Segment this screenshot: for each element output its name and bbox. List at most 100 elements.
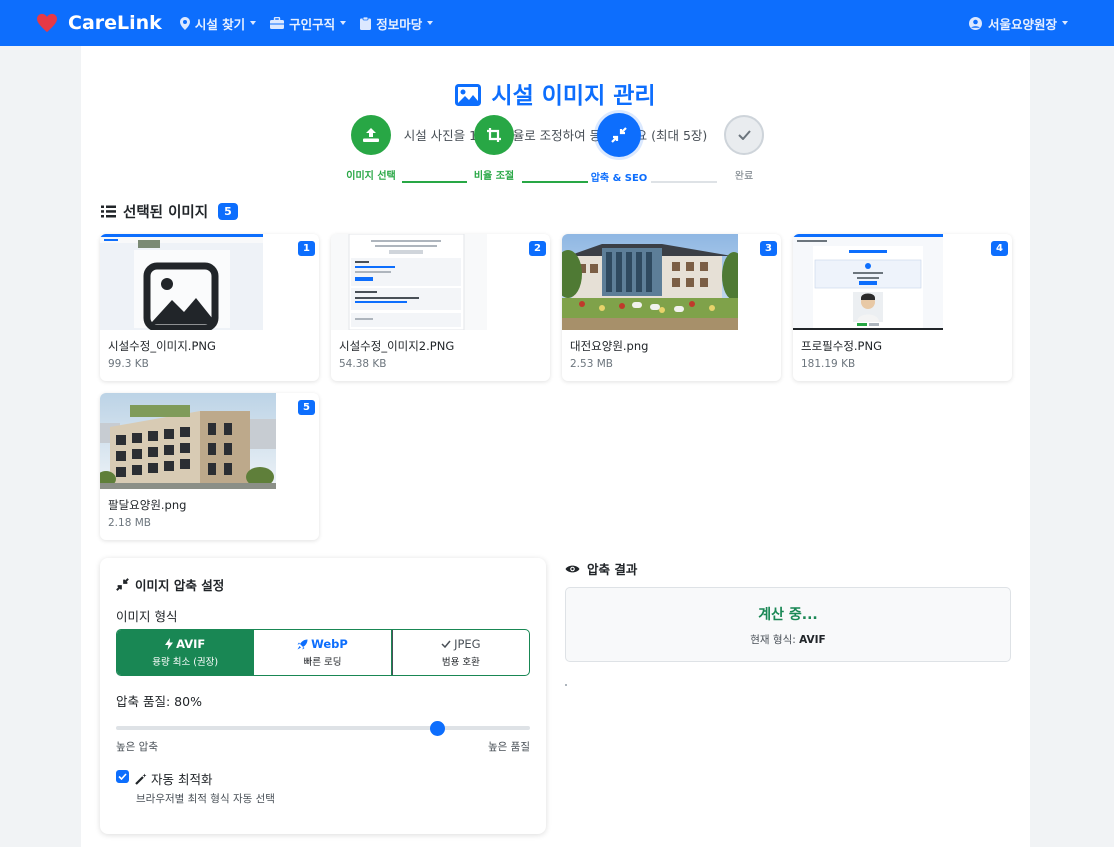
step-circle: [597, 113, 641, 157]
format-name: WebP: [311, 637, 348, 651]
step-label: 압축 & SEO: [590, 173, 648, 184]
image-thumbnail: [100, 393, 276, 489]
image-number-badge: 3: [760, 241, 777, 256]
image-card[interactable]: 4 프로필수정.PNG 181.19 KB: [793, 234, 1012, 381]
caret-down-icon: [427, 21, 434, 25]
quality-label: 압축 품질: 80%: [116, 694, 202, 709]
image-card[interactable]: 5 팔달요양원.png 2.18 MB: [100, 393, 319, 540]
current-format-value: AVIF: [799, 634, 826, 646]
page-subtitle: 시설 사진을 16:9 비율로 조정하여 등록하세요 (최대 5장): [403, 128, 708, 143]
heart-icon: [37, 13, 57, 33]
image-number-badge: 5: [298, 400, 315, 415]
format-jpeg-button[interactable]: JPEG 범용 호환: [391, 630, 529, 675]
result-heading: 압축 결과: [565, 559, 637, 578]
caret-down-icon: [250, 21, 257, 25]
user-menu[interactable]: 서울요양원장: [968, 14, 1068, 33]
format-toggle-group: AVIF 용량 최소 (권장) WebP 빠른 로딩 JPEG 범용 호환: [116, 629, 530, 676]
image-thumbnail: [562, 234, 738, 330]
divider-dot: [565, 684, 567, 686]
compress-icon: [116, 578, 129, 591]
file-name: 시설수정_이미지2.PNG: [339, 339, 455, 353]
list-icon: [101, 205, 116, 218]
file-size: 2.53 MB: [570, 358, 613, 370]
auto-optimize-desc: 브라우저별 최적 형식 자동 선택: [136, 793, 275, 805]
selected-images-heading: 선택된 이미지 5: [101, 201, 238, 222]
brand-logo[interactable]: CareLink: [36, 12, 162, 34]
image-number-badge: 2: [529, 241, 546, 256]
settings-title: 이미지 압축 설정: [116, 575, 224, 594]
auto-optimize-label[interactable]: 자동 최적화: [135, 769, 212, 788]
image-number-badge: 1: [298, 241, 315, 256]
format-desc: 범용 호환: [441, 657, 480, 668]
quality-slider-track[interactable]: [116, 726, 530, 730]
image-thumbnail: [331, 234, 487, 330]
check-icon: [441, 640, 451, 648]
result-status: 계산 중...: [758, 607, 818, 623]
image-card[interactable]: 2 시설수정_이미지2.PNG 54.38 KB: [331, 234, 550, 381]
step-crop: 비율 조절: [434, 115, 554, 182]
navbar: CareLink 시설 찾기 구인구직 정보마당 서울요양원장: [0, 0, 1114, 46]
building-photo-2: [100, 393, 276, 489]
caret-down-icon: [1062, 21, 1068, 25]
file-name: 프로필수정.PNG: [801, 339, 883, 353]
nav-item-info[interactable]: 정보마당: [360, 14, 434, 33]
form-screenshot: [348, 234, 465, 330]
user-name: 서울요양원장: [987, 16, 1057, 32]
step-circle: [351, 115, 391, 155]
step-circle: [724, 115, 764, 155]
image-thumbnail: [100, 234, 263, 330]
eye-icon: [565, 565, 580, 572]
image-thumbnail: [793, 234, 943, 330]
compress-icon: [611, 127, 627, 143]
nav-item-label: 시설 찾기: [194, 16, 246, 32]
auto-optimize-checkbox[interactable]: [116, 770, 129, 783]
step-select-image: 이미지 선택: [311, 115, 431, 182]
user-circle-icon: [968, 16, 982, 30]
upload-icon: [363, 128, 379, 142]
clipboard-icon: [360, 16, 372, 30]
image-icon: [455, 84, 482, 106]
format-avif-button[interactable]: AVIF 용량 최소 (권장): [117, 630, 255, 675]
profile-screenshot: [793, 234, 943, 330]
slider-max-label: 높은 품질: [488, 741, 530, 753]
step-circle: [474, 115, 514, 155]
step-label: 비율 조절: [473, 171, 515, 182]
nav-item-jobs[interactable]: 구인구직: [270, 14, 347, 33]
building-photo: [562, 234, 738, 330]
main-card: 시설 이미지 관리 시설 사진을 16:9 비율로 조정하여 등록하세요 (최대…: [81, 46, 1030, 847]
check-icon: [118, 773, 127, 780]
step-label: 완료: [734, 171, 754, 182]
check-icon: [737, 130, 751, 140]
format-name: JPEG: [454, 637, 481, 651]
file-size: 99.3 KB: [108, 358, 149, 370]
format-name: AVIF: [176, 637, 206, 651]
format-desc: 빠른 로딩: [303, 657, 342, 668]
nav-item-label: 정보마당: [376, 16, 423, 32]
image-card[interactable]: 1 시설수정_이미지.PNG 99.3 KB: [100, 234, 319, 381]
format-desc: 용량 최소 (권장): [152, 657, 219, 668]
rocket-icon: [297, 639, 308, 649]
format-label: 이미지 형식: [116, 609, 178, 624]
quality-slider-thumb[interactable]: [429, 721, 445, 736]
image-number-badge: 4: [991, 241, 1008, 256]
nav-item-find-facility[interactable]: 시설 찾기: [179, 14, 257, 33]
map-marker-icon: [179, 16, 190, 30]
slider-min-label: 높은 압축: [116, 741, 158, 753]
step-label: 이미지 선택: [346, 171, 396, 182]
page-title: 시설 이미지 관리: [81, 84, 1030, 108]
file-name: 대전요양원.png: [570, 339, 649, 353]
briefcase-icon: [270, 17, 285, 29]
screenshot-placeholder: [100, 234, 263, 330]
crop-icon: [487, 128, 501, 142]
image-card[interactable]: 3 대전요양원.png 2.53 MB: [562, 234, 781, 381]
step-done: 완료: [684, 115, 804, 182]
caret-down-icon: [340, 21, 347, 25]
compression-settings-panel: 이미지 압축 설정 이미지 형식 AVIF 용량 최소 (권장) WebP 빠른…: [100, 558, 546, 834]
format-webp-button[interactable]: WebP 빠른 로딩: [254, 630, 392, 675]
brand-name: CareLink: [68, 12, 162, 34]
current-format: 현재 형식: AVIF: [750, 634, 826, 646]
file-size: 54.38 KB: [339, 358, 387, 370]
nav-item-label: 구인구직: [289, 16, 336, 32]
result-box: 계산 중... 현재 형식: AVIF: [565, 587, 1011, 662]
file-size: 2.18 MB: [108, 517, 151, 529]
